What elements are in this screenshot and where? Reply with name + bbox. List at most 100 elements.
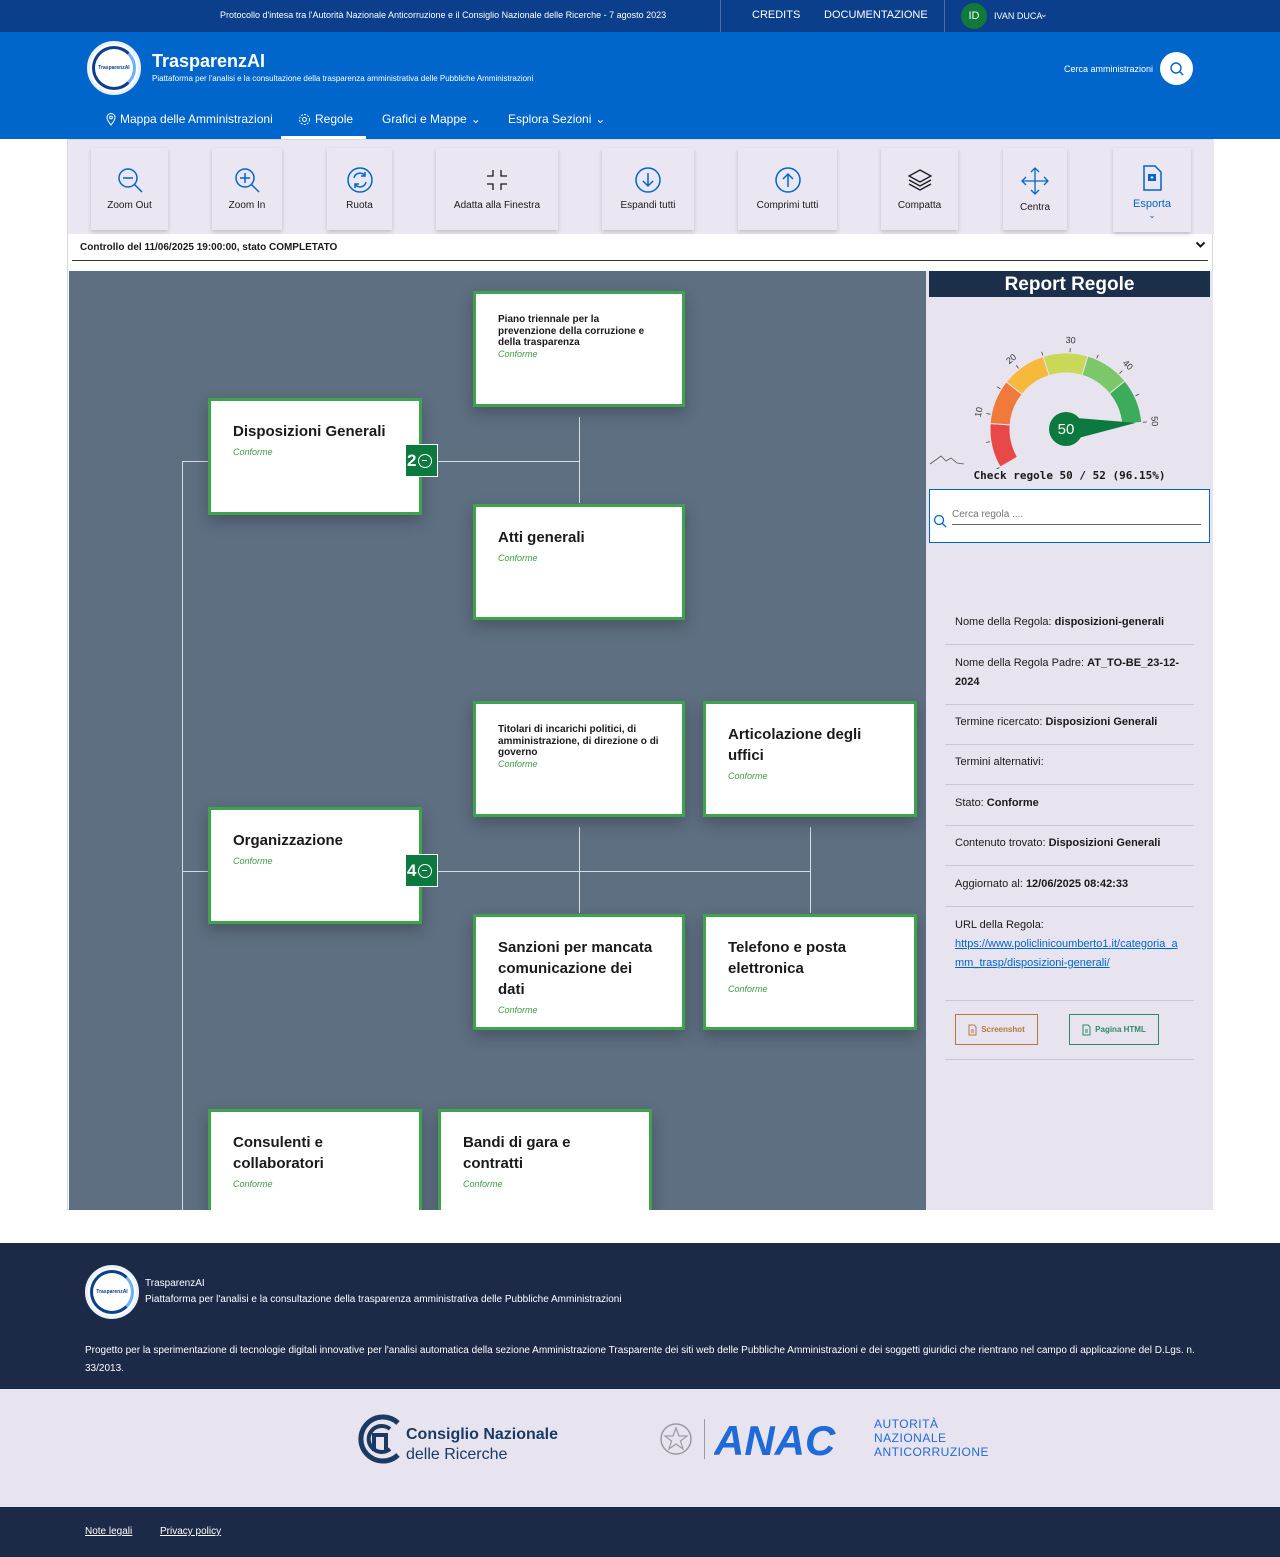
tree-connector [579, 827, 580, 913]
nav-label: Regole [315, 112, 354, 126]
button-label: Adatta alla Finestra [453, 200, 541, 211]
divider [720, 0, 721, 32]
rotate-button[interactable]: Ruota [327, 148, 392, 230]
rule-node[interactable]: Sanzioni per mancata comunicazione dei d… [473, 914, 685, 1030]
privacy-policy-link[interactable]: Privacy policy [160, 1526, 221, 1537]
rule-node[interactable]: Titolari di incarichi politici, di ammin… [473, 701, 685, 817]
rule-node-status: Conforme [498, 553, 538, 563]
footer-brand: TrasparenzAI [145, 1278, 205, 1289]
status-field: Stato: Conforme [945, 782, 1194, 826]
credits-link[interactable]: CREDITS [752, 9, 800, 21]
check-summary: Check regole 50 / 52 (96.15%) [973, 469, 1166, 482]
anac-line-2: NAZIONALE [874, 1431, 947, 1445]
site-header: TrasparenzAI TrasparenzAI Piattaforma pe… [0, 32, 1280, 139]
rule-node[interactable]: Atti generali Conforme [473, 504, 685, 620]
documentation-link[interactable]: DOCUMENTAZIONE [824, 9, 928, 21]
html-page-button[interactable]: Pagina HTML [1069, 1014, 1159, 1045]
field-label: Nome della Regola: [955, 616, 1055, 628]
partner-logos: Consiglio Nazionale delle Ricerche ANAC … [0, 1389, 1280, 1507]
tree-connector [420, 461, 580, 462]
rule-node[interactable]: Consulenti e collaboratori Conforme [208, 1109, 422, 1210]
report-actions: Screenshot Pagina HTML [945, 1001, 1194, 1060]
check-selector[interactable]: Controllo del 11/06/2025 19:00:00, stato… [72, 234, 1208, 261]
nav-mappa-amministrazioni[interactable]: Mappa delle Amministrazioni [106, 112, 273, 126]
tree-connector [810, 827, 811, 913]
legal-bar: Note legali Privacy policy [0, 1507, 1280, 1557]
anac-line-1: AUTORITÀ [874, 1417, 939, 1431]
collapse-node-toggle[interactable]: 4 [405, 854, 438, 887]
chevron-down-icon[interactable]: ⌄ [1040, 9, 1048, 20]
user-avatar[interactable]: ID [961, 3, 987, 29]
search-button[interactable] [1160, 52, 1193, 85]
file-icon [1082, 1024, 1091, 1035]
anac-logo-text: ANAC [714, 1417, 836, 1461]
gauge-tick [1015, 364, 1019, 369]
rule-node[interactable]: Bandi di gara e contratti Conforme [438, 1109, 652, 1210]
nav-label: Esplora Sezioni [508, 112, 592, 126]
trasparenzai-logo[interactable]: TrasparenzAI [87, 41, 141, 95]
user-name[interactable]: IVAN DUCA [994, 11, 1042, 21]
tree-connector [579, 417, 580, 503]
rule-search-input[interactable] [952, 505, 1201, 525]
zoom-out-icon [117, 168, 143, 193]
button-label: Pagina HTML [1095, 1025, 1146, 1034]
field-value: disposizioni-generali [1054, 616, 1165, 628]
divider [704, 1419, 705, 1459]
chevron-down-icon [1195, 239, 1206, 253]
gauge-tick [986, 413, 991, 415]
gauge-tick-label: 50 [1149, 416, 1160, 427]
export-button[interactable]: Esporta ⌄ [1113, 148, 1191, 232]
nav-esplora-sezioni[interactable]: Esplora Sezioni ⌄ [508, 112, 605, 126]
anac-line-3: ANTICORRUZIONE [874, 1445, 989, 1459]
child-count: 4 [407, 860, 417, 880]
field-label: Contenuto trovato: [955, 837, 1049, 849]
rules-tree-canvas[interactable]: Piano triennale per la prevenzione della… [69, 271, 926, 1210]
protocol-text: Protocollo d'intesa tra l'Autorità Nazio… [220, 10, 667, 20]
expand-all-button[interactable]: Espandi tutti [602, 148, 694, 230]
rule-node-status: Conforme [498, 758, 538, 769]
gauge-tick [1096, 354, 1099, 359]
rule-node-status: Conforme [728, 771, 768, 781]
zoom-in-button[interactable]: Zoom In [212, 148, 282, 230]
tree-connector [182, 461, 183, 1210]
rule-node[interactable]: Articolazione degli uffici Conforme [703, 701, 917, 817]
footer-tagline: Piattaforma per l'analisi e la consultaz… [145, 1294, 622, 1305]
fit-window-button[interactable]: Adatta alla Finestra [436, 148, 558, 230]
rule-node-status: Conforme [498, 1005, 538, 1015]
search-term-field: Termine ricercato: Disposizioni Generali [945, 701, 1194, 745]
rules-panel: Zoom Out Zoom In Ruota Adatta alla Fines… [67, 139, 1214, 1210]
center-button[interactable]: Centra [1003, 148, 1067, 230]
rule-node[interactable]: Piano triennale per la prevenzione della… [473, 291, 685, 407]
cnr-logo[interactable] [352, 1413, 404, 1465]
rule-node[interactable]: Disposizioni Generali Conforme [208, 398, 422, 515]
nav-grafici-mappe[interactable]: Grafici e Mappe ⌄ [382, 112, 481, 126]
rule-node-title: Telefono e posta elettronica [728, 939, 847, 977]
gauge-tick-label: 20 [1004, 352, 1018, 366]
tree-toolbar: Zoom Out Zoom In Ruota Adatta alla Fines… [68, 140, 1214, 234]
parent-rule-field: Nome della Regola Padre: AT_TO-BE_23-12-… [945, 642, 1194, 705]
rule-node-title: Piano triennale per la prevenzione della… [498, 314, 645, 348]
rule-url-link[interactable]: https://www.policlinicoumberto1.it/categ… [955, 935, 1184, 973]
file-export-icon [1143, 165, 1162, 191]
anac-logo[interactable]: ANAC [714, 1417, 866, 1461]
nav-regole[interactable]: Regole [298, 112, 353, 126]
compact-button[interactable]: Compatta [881, 148, 958, 230]
site-title[interactable]: TrasparenzAI [152, 51, 265, 72]
legal-notes-link[interactable]: Note legali [85, 1526, 132, 1537]
rule-node[interactable]: Organizzazione Conforme [208, 807, 422, 924]
screenshot-button[interactable]: Screenshot [955, 1014, 1038, 1045]
rule-node-status: Conforme [233, 1179, 273, 1189]
gauge-tick [1135, 393, 1140, 397]
zoom-out-button[interactable]: Zoom Out [91, 148, 168, 230]
gear-icon [299, 113, 310, 125]
updated-at-field: Aggiornato al: 12/06/2025 08:42:33 [945, 863, 1194, 907]
collapse-all-button[interactable]: Comprimi tutti [738, 148, 837, 230]
rule-node-title: Titolari di incarichi politici, di ammin… [498, 724, 659, 758]
collapse-node-toggle[interactable]: 2 [405, 444, 438, 477]
alternative-terms-field: Termini alternativi: [945, 741, 1194, 785]
field-value: Disposizioni Generali [1048, 837, 1161, 849]
rule-node-title: Atti generali [498, 529, 585, 546]
trasparenzai-logo[interactable]: TrasparenzAI [85, 1265, 139, 1319]
rule-node-title: Bandi di gara e contratti [463, 1134, 571, 1172]
rule-node[interactable]: Telefono e posta elettronica Conforme [703, 914, 917, 1030]
